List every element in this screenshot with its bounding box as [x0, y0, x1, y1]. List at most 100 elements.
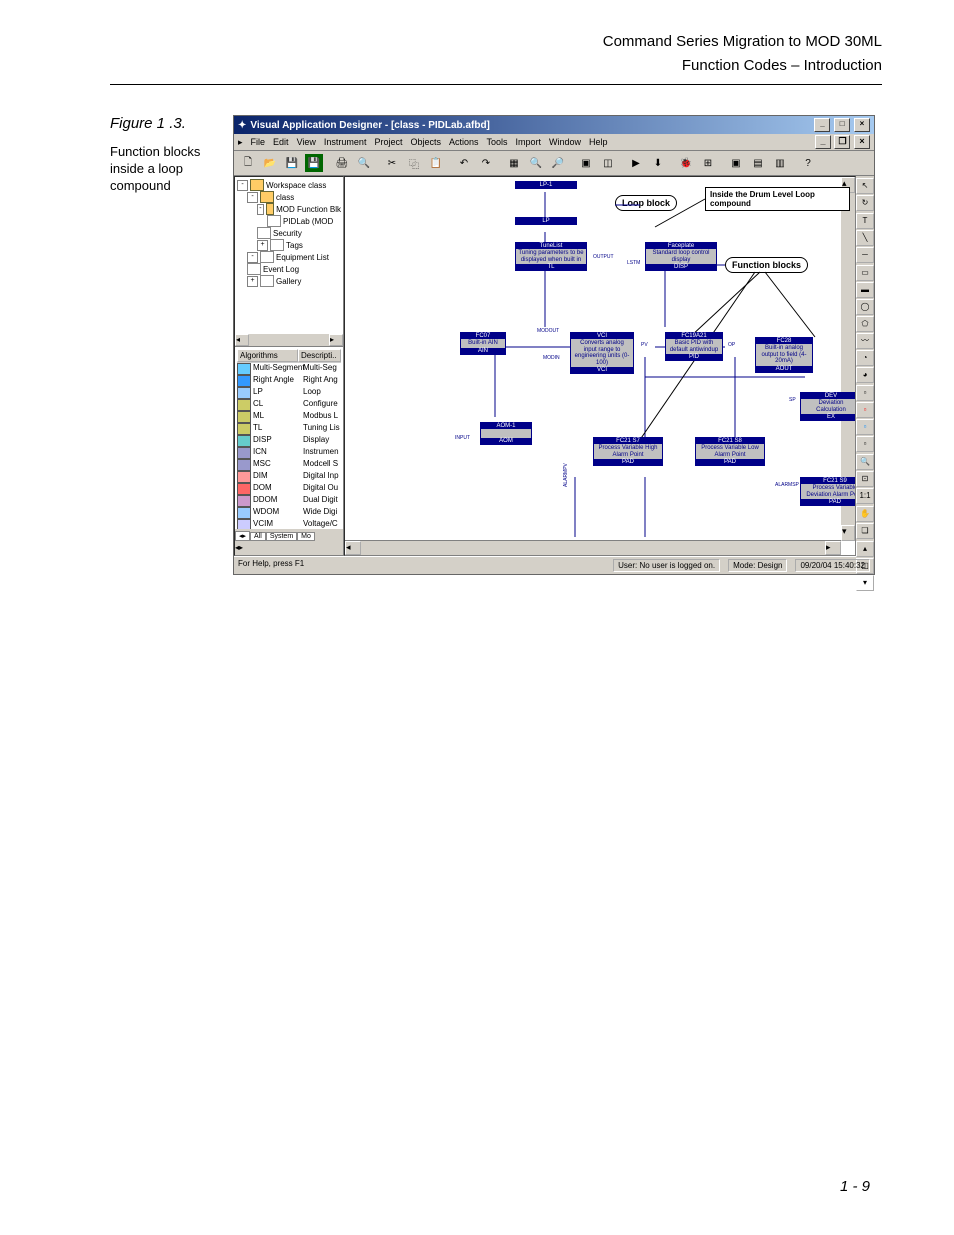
save-all-icon[interactable]: 💾 [304, 153, 324, 173]
zoom-1-1-icon[interactable]: 1:1 [856, 488, 874, 504]
algo-row[interactable]: DIMDigital Inp [237, 471, 341, 483]
menu-file[interactable]: File [251, 137, 266, 147]
side-panel: -Workspace class -class -MOD Function Bl… [234, 176, 344, 556]
download-icon[interactable]: ⬇ [648, 153, 668, 173]
block-fc28[interactable]: FC28 Built-in analog output to field (4-… [755, 337, 813, 373]
algo-row[interactable]: MLModbus L [237, 411, 341, 423]
mdi-close-button[interactable]: × [854, 135, 870, 149]
design-canvas[interactable]: ▴▾ Loop block Inside the Drum Level Loop… [344, 176, 856, 556]
port2-icon[interactable]: ▫ [856, 402, 874, 418]
window-icon[interactable]: ▣ [576, 153, 596, 173]
menu-project[interactable]: Project [374, 137, 402, 147]
rect-icon[interactable]: ▭ [856, 265, 874, 281]
curve-icon[interactable]: 〰 [856, 333, 874, 349]
snap-icon[interactable]: ⊞ [698, 153, 718, 173]
text-icon[interactable]: T [856, 213, 874, 229]
zoom-in-icon[interactable]: 🔍 [526, 153, 546, 173]
group-icon[interactable]: ▥ [770, 153, 790, 173]
menu-actions[interactable]: Actions [449, 137, 479, 147]
zoom-fit-icon[interactable]: ⊡ [856, 471, 874, 487]
titlebar[interactable]: ✦ Visual Application Designer - [class -… [234, 116, 874, 134]
menu-instrument[interactable]: Instrument [324, 137, 367, 147]
block-aom1[interactable]: AOM-1 AOM [480, 422, 532, 445]
split-icon[interactable]: ◫ [598, 153, 618, 173]
compile-icon[interactable]: ▶ [626, 153, 646, 173]
ellipse-icon[interactable]: ◯ [856, 299, 874, 315]
distribute-icon[interactable]: ▤ [748, 153, 768, 173]
block-dev[interactable]: DEV Deviation Calculation EX [800, 392, 856, 421]
print-icon[interactable]: 🖨 [332, 153, 352, 173]
port3-icon[interactable]: ▫ [856, 419, 874, 435]
debug-icon[interactable]: 🐞 [676, 153, 696, 173]
mdi-restore-button[interactable]: ❐ [834, 135, 850, 149]
menu-import[interactable]: Import [516, 137, 542, 147]
algo-row[interactable]: DOMDigital Ou [237, 483, 341, 495]
workspace-tree[interactable]: -Workspace class -class -MOD Function Bl… [235, 177, 343, 347]
copy-icon[interactable]: ⿻ [404, 153, 424, 173]
vscroll-up-icon[interactable]: ▴ [856, 541, 874, 557]
block-faceplate[interactable]: Faceplate Standard loop control display … [645, 242, 717, 271]
help-icon[interactable]: ? [798, 153, 818, 173]
close-button[interactable]: × [854, 118, 870, 132]
block-lp[interactable]: LP [515, 217, 577, 225]
block-lp1[interactable]: LP-1 [515, 181, 577, 189]
hand-icon[interactable]: ✋ [856, 506, 874, 522]
wire-icon[interactable]: ─ [856, 247, 874, 263]
block-fc21s7[interactable]: FC21 S7 Process Variable High Alarm Poin… [593, 437, 663, 466]
menu-tools[interactable]: Tools [487, 137, 508, 147]
canvas-hscroll[interactable]: ◂▸ [345, 540, 841, 555]
grid-icon[interactable]: ▦ [504, 153, 524, 173]
algo-row[interactable]: MSCModcell S [237, 459, 341, 471]
minimize-button[interactable]: _ [814, 118, 830, 132]
menu-window[interactable]: Window [549, 137, 581, 147]
block-fc07[interactable]: FC07 Built-in AIN AIN [460, 332, 506, 355]
align-icon[interactable]: ▣ [726, 153, 746, 173]
preview-icon[interactable]: 🔍 [354, 153, 374, 173]
algo-row[interactable]: ICNInstrumen [237, 447, 341, 459]
save-icon[interactable]: 💾 [282, 153, 302, 173]
new-icon[interactable]: 🗋 [238, 153, 258, 173]
arc-icon[interactable]: ◔ [856, 350, 874, 366]
block-fc21s8[interactable]: FC21 S8 Process Variable Low Alarm Point… [695, 437, 765, 466]
algo-row[interactable]: WDOMWide Digi [237, 507, 341, 519]
layers-icon[interactable]: ❏ [856, 523, 874, 539]
pie-icon[interactable]: ◕ [856, 367, 874, 383]
algorithm-list[interactable]: AlgorithmsDescripti.. Multi-SegmentMulti… [235, 347, 343, 555]
cut-icon[interactable]: ✂ [382, 153, 402, 173]
algo-row[interactable]: CLConfigure [237, 399, 341, 411]
open-icon[interactable]: 📂 [260, 153, 280, 173]
menu-edit[interactable]: Edit [273, 137, 289, 147]
polygon-icon[interactable]: ⬠ [856, 316, 874, 332]
maximize-button[interactable]: □ [834, 118, 850, 132]
block-fc21s9[interactable]: FC21 S9 Process Variable Deviation Alarm… [800, 477, 856, 506]
block-vci[interactable]: VCI Converts analog input range to engin… [570, 332, 634, 374]
rect-fill-icon[interactable]: ▬ [856, 282, 874, 298]
block-tunelist[interactable]: TuneList Tuning parameters to be display… [515, 242, 587, 271]
tree-hscroll[interactable]: ◂▸ [235, 334, 343, 346]
menu-help[interactable]: Help [589, 137, 608, 147]
zoom-icon[interactable]: 🔍 [856, 454, 874, 470]
vscroll-down-icon[interactable]: ▾ [856, 575, 874, 591]
zoom-out-icon[interactable]: 🔎 [548, 153, 568, 173]
algo-row[interactable]: TLTuning Lis [237, 423, 341, 435]
port4-icon[interactable]: ▫ [856, 436, 874, 452]
line-icon[interactable]: ╲ [856, 230, 874, 246]
pointer-icon[interactable]: ↖ [856, 178, 874, 194]
port-input: INPUT [455, 435, 470, 441]
undo-icon[interactable]: ↶ [454, 153, 474, 173]
mdi-minimize-button[interactable]: _ [815, 135, 831, 149]
rotate-icon[interactable]: ↻ [856, 195, 874, 211]
block-fc19a21[interactable]: FC19A21 Basic PID with default antiwindu… [665, 332, 723, 361]
algo-row[interactable]: Right AngleRight Ang [237, 375, 341, 387]
menu-objects[interactable]: Objects [410, 137, 441, 147]
algo-hscroll[interactable]: ◂▸ [235, 543, 343, 555]
algo-row[interactable]: LPLoop [237, 387, 341, 399]
paste-icon[interactable]: 📋 [426, 153, 446, 173]
port-icon[interactable]: ▫ [856, 385, 874, 401]
redo-icon[interactable]: ↷ [476, 153, 496, 173]
menu-view[interactable]: View [297, 137, 316, 147]
algo-row[interactable]: DISPDisplay [237, 435, 341, 447]
algo-tabs[interactable]: ◂▸ All System Mo [235, 529, 343, 543]
algo-row[interactable]: DDOMDual Digit [237, 495, 341, 507]
algo-row[interactable]: Multi-SegmentMulti-Seg [237, 363, 341, 375]
